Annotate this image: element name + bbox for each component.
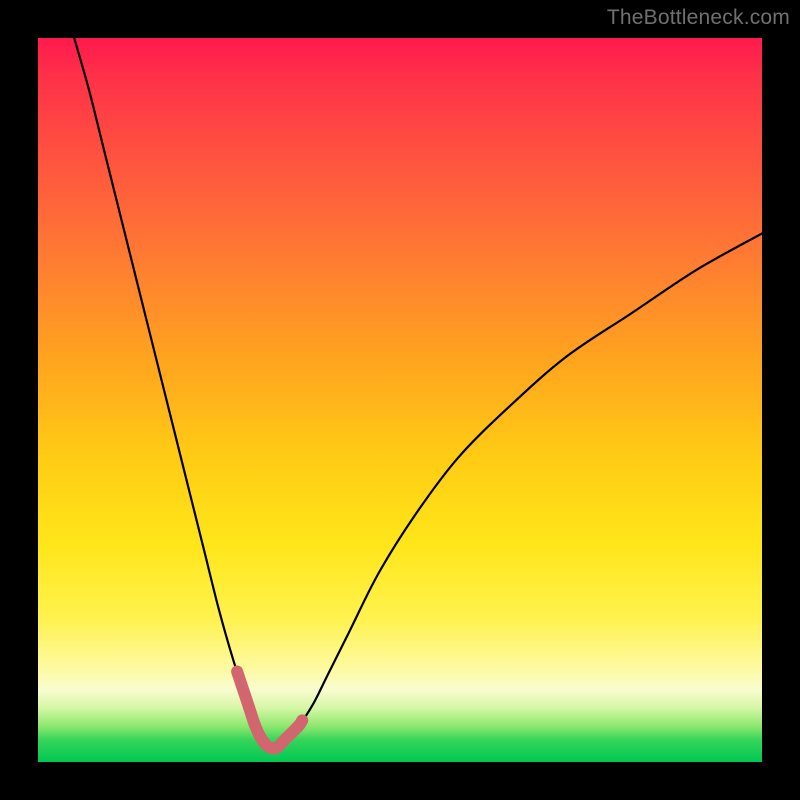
chart-frame: TheBottleneck.com	[0, 0, 800, 800]
bottleneck-curve-highlight	[237, 672, 302, 749]
watermark-text: TheBottleneck.com	[607, 6, 790, 30]
plot-area	[38, 38, 762, 762]
bottleneck-curve-path	[74, 38, 762, 748]
curve-svg	[38, 38, 762, 762]
